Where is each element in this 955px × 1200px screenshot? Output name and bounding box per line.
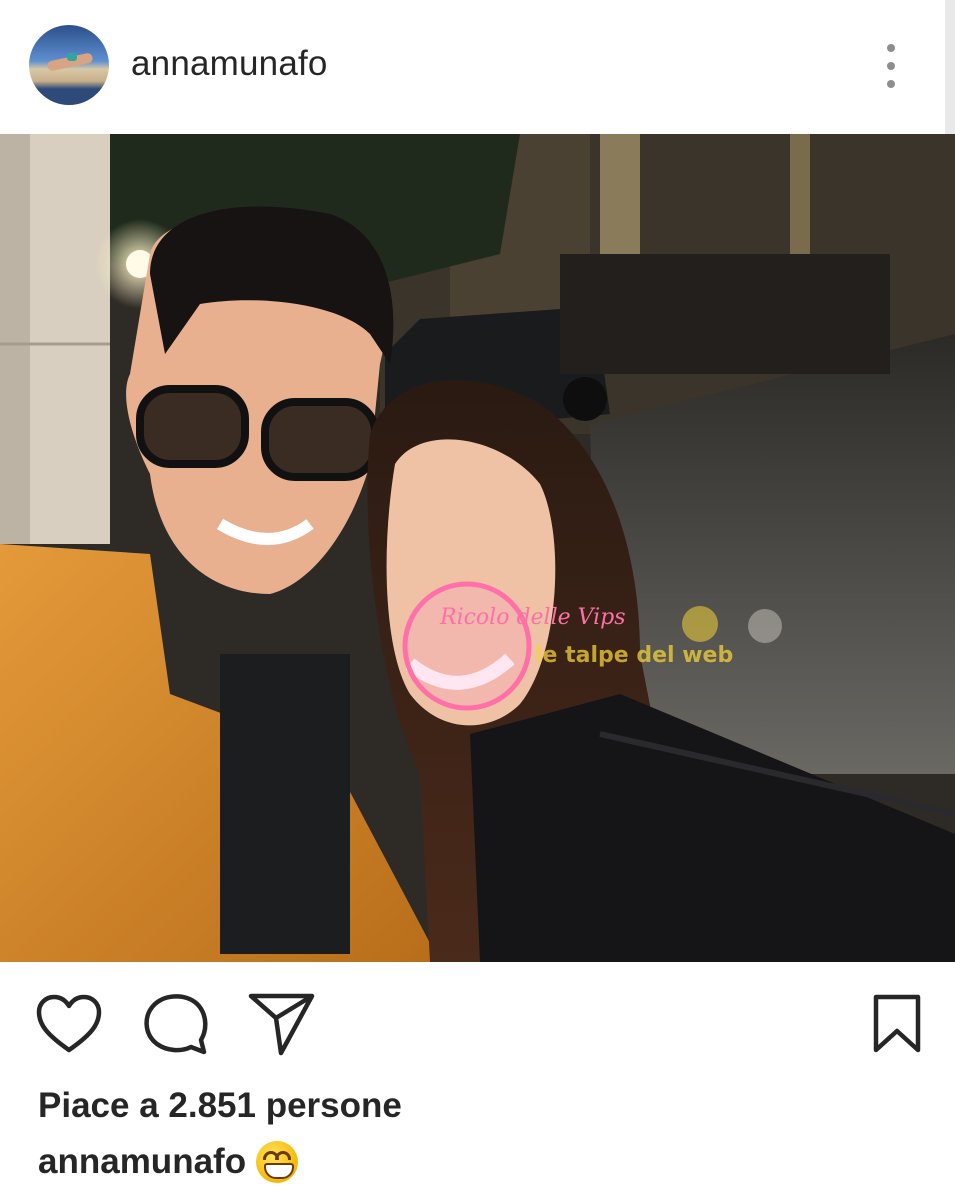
post-photo[interactable]: Ricolo delle Vips le talpe del web: [0, 134, 955, 962]
watermark-band-text: le talpe del web: [535, 643, 733, 668]
grinning-face-emoji: [256, 1141, 299, 1183]
comment-icon[interactable]: [143, 992, 209, 1056]
caption-username[interactable]: annamunafo: [38, 1142, 246, 1182]
bookmark-icon[interactable]: [872, 994, 922, 1054]
send-icon[interactable]: [248, 992, 316, 1056]
more-vertical-icon[interactable]: [878, 44, 904, 88]
likes-count[interactable]: Piace a 2.851 persone: [38, 1086, 402, 1126]
avatar-detail: [67, 53, 77, 61]
watermark-circle-text: Ricolo delle Vips: [439, 605, 626, 630]
post-header: annamunafo: [0, 0, 945, 134]
heart-icon[interactable]: [36, 994, 102, 1054]
post-username[interactable]: annamunafo: [131, 44, 328, 84]
selfie-photo: Ricolo delle Vips le talpe del web: [0, 134, 955, 962]
caption: annamunafo: [38, 1141, 299, 1183]
profile-avatar[interactable]: [29, 25, 109, 105]
